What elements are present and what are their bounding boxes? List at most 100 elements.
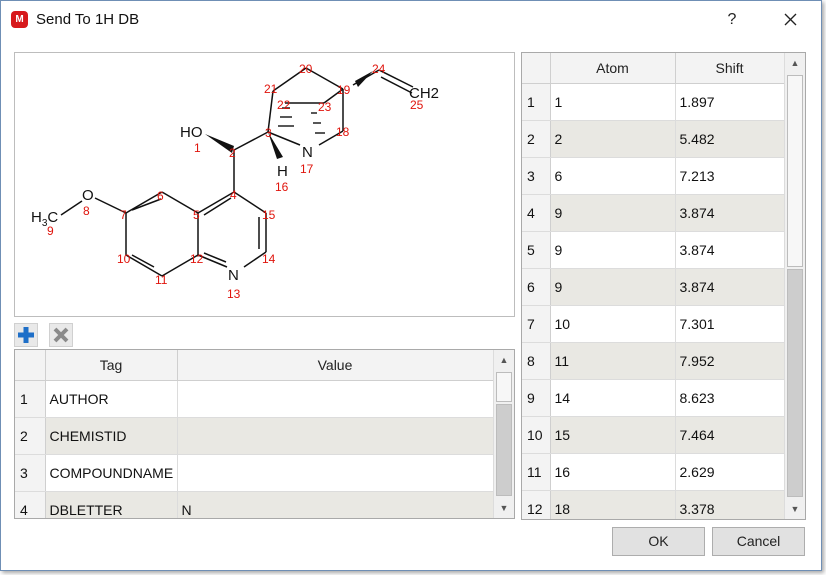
- atom-cell[interactable]: 9: [550, 194, 676, 232]
- svg-text:H3C: H3C: [31, 209, 58, 229]
- add-tag-button[interactable]: [14, 323, 38, 347]
- table-row[interactable]: 2 2 5.482: [522, 120, 785, 158]
- table-row[interactable]: 4 9 3.874: [522, 194, 785, 232]
- tag-cell[interactable]: AUTHOR: [45, 380, 178, 418]
- corner-header: [522, 53, 551, 84]
- atom-cell[interactable]: 18: [550, 490, 676, 519]
- atom-number: 22: [277, 98, 291, 112]
- table-row[interactable]: 5 9 3.874: [522, 231, 785, 269]
- atom-number: 24: [372, 62, 386, 76]
- app-logo-icon: M: [11, 11, 28, 28]
- table-row[interactable]: 3 COMPOUNDNAME: [15, 454, 494, 492]
- table-row[interactable]: 6 9 3.874: [522, 268, 785, 306]
- scroll-up-arrow-icon[interactable]: ▲: [494, 350, 514, 370]
- column-header-tag[interactable]: Tag: [45, 350, 178, 381]
- tag-cell[interactable]: DBLETTER: [45, 491, 178, 518]
- atom-cell[interactable]: 9: [550, 268, 676, 306]
- shift-cell[interactable]: 2.629: [675, 453, 785, 491]
- table-row[interactable]: 3 6 7.213: [522, 157, 785, 195]
- value-cell[interactable]: [177, 380, 494, 418]
- scroll-track[interactable]: [787, 269, 803, 497]
- shift-cell[interactable]: 8.623: [675, 379, 785, 417]
- atom-number: 4: [230, 188, 237, 202]
- table-row[interactable]: 1 1 1.897: [522, 83, 785, 121]
- table-row[interactable]: 1 AUTHOR: [15, 380, 494, 418]
- shift-cell[interactable]: 3.874: [675, 268, 785, 306]
- structure-canvas[interactable]: HO H N O N CH2 H3C 1 16 17 8 13 25 2 3 4…: [14, 52, 515, 317]
- window-title: Send To 1H DB: [36, 11, 140, 28]
- shift-cell[interactable]: 5.482: [675, 120, 785, 158]
- atom-label: O: [82, 187, 94, 204]
- atom-number: 21: [264, 82, 278, 96]
- table-row[interactable]: 4 DBLETTER N: [15, 491, 494, 518]
- title-bar: M Send To 1H DB ?: [1, 1, 821, 39]
- remove-tag-button[interactable]: [49, 323, 73, 347]
- table-row[interactable]: 12 18 3.378: [522, 490, 785, 519]
- table-row[interactable]: 2 CHEMISTID: [15, 417, 494, 455]
- atom-cell[interactable]: 6: [550, 157, 676, 195]
- shift-cell[interactable]: 3.874: [675, 231, 785, 269]
- atom-cell[interactable]: 14: [550, 379, 676, 417]
- column-header-atom[interactable]: Atom: [550, 53, 676, 84]
- atom-number: 14: [262, 252, 276, 266]
- table-row[interactable]: 11 16 2.629: [522, 453, 785, 491]
- row-number: 10: [522, 416, 551, 454]
- row-number: 11: [522, 453, 551, 491]
- scroll-track[interactable]: [496, 404, 512, 496]
- column-header-shift[interactable]: Shift: [675, 53, 785, 84]
- shift-cell[interactable]: 7.464: [675, 416, 785, 454]
- atom-cell[interactable]: 2: [550, 120, 676, 158]
- row-number: 12: [522, 490, 551, 519]
- atom-number: 17: [300, 162, 314, 176]
- scroll-thumb[interactable]: [496, 372, 512, 402]
- value-cell[interactable]: [177, 454, 494, 492]
- scroll-down-arrow-icon[interactable]: ▼: [494, 498, 514, 518]
- atom-number: 9: [47, 224, 54, 238]
- atom-number: 8: [83, 204, 90, 218]
- shift-cell[interactable]: 7.301: [675, 305, 785, 343]
- atom-number: 10: [117, 252, 131, 266]
- shift-cell[interactable]: 3.378: [675, 490, 785, 519]
- atom-number: 11: [155, 273, 168, 287]
- row-number: 1: [15, 380, 46, 418]
- atom-label: H: [277, 163, 288, 180]
- atom-cell[interactable]: 10: [550, 305, 676, 343]
- cancel-button[interactable]: Cancel: [712, 527, 805, 556]
- value-cell[interactable]: N: [177, 491, 494, 518]
- atom-cell[interactable]: 9: [550, 231, 676, 269]
- atom-cell[interactable]: 16: [550, 453, 676, 491]
- table-row[interactable]: 10 15 7.464: [522, 416, 785, 454]
- shift-cell[interactable]: 7.213: [675, 157, 785, 195]
- atom-cell[interactable]: 11: [550, 342, 676, 380]
- shift-cell[interactable]: 7.952: [675, 342, 785, 380]
- value-cell[interactable]: [177, 417, 494, 455]
- shift-cell[interactable]: 3.874: [675, 194, 785, 232]
- tags-scrollbar[interactable]: ▲ ▼: [493, 350, 514, 518]
- atom-number: 2: [229, 146, 236, 160]
- row-number: 8: [522, 342, 551, 380]
- atom-number: 16: [275, 180, 289, 194]
- table-row[interactable]: 8 11 7.952: [522, 342, 785, 380]
- row-number: 5: [522, 231, 551, 269]
- column-header-value[interactable]: Value: [177, 350, 494, 381]
- ok-button[interactable]: OK: [612, 527, 705, 556]
- shift-cell[interactable]: 1.897: [675, 83, 785, 121]
- table-row[interactable]: 7 10 7.301: [522, 305, 785, 343]
- close-icon: [784, 13, 797, 26]
- row-number: 9: [522, 379, 551, 417]
- atom-cell[interactable]: 1: [550, 83, 676, 121]
- atom-cell[interactable]: 15: [550, 416, 676, 454]
- atom-number: 25: [410, 98, 424, 112]
- tag-cell[interactable]: CHEMISTID: [45, 417, 178, 455]
- tag-cell[interactable]: COMPOUNDNAME: [45, 454, 178, 492]
- scroll-thumb[interactable]: [787, 75, 803, 267]
- tags-grid: Tag Value 1 AUTHOR 2 CHEMISTID 3 COMPOUN: [14, 349, 515, 519]
- table-row[interactable]: 9 14 8.623: [522, 379, 785, 417]
- row-number: 4: [522, 194, 551, 232]
- shift-scrollbar[interactable]: ▲ ▼: [784, 53, 805, 519]
- atom-label: N: [228, 267, 239, 284]
- close-button[interactable]: [776, 7, 804, 33]
- scroll-down-arrow-icon[interactable]: ▼: [785, 499, 805, 519]
- scroll-up-arrow-icon[interactable]: ▲: [785, 53, 805, 73]
- help-button[interactable]: ?: [719, 7, 745, 33]
